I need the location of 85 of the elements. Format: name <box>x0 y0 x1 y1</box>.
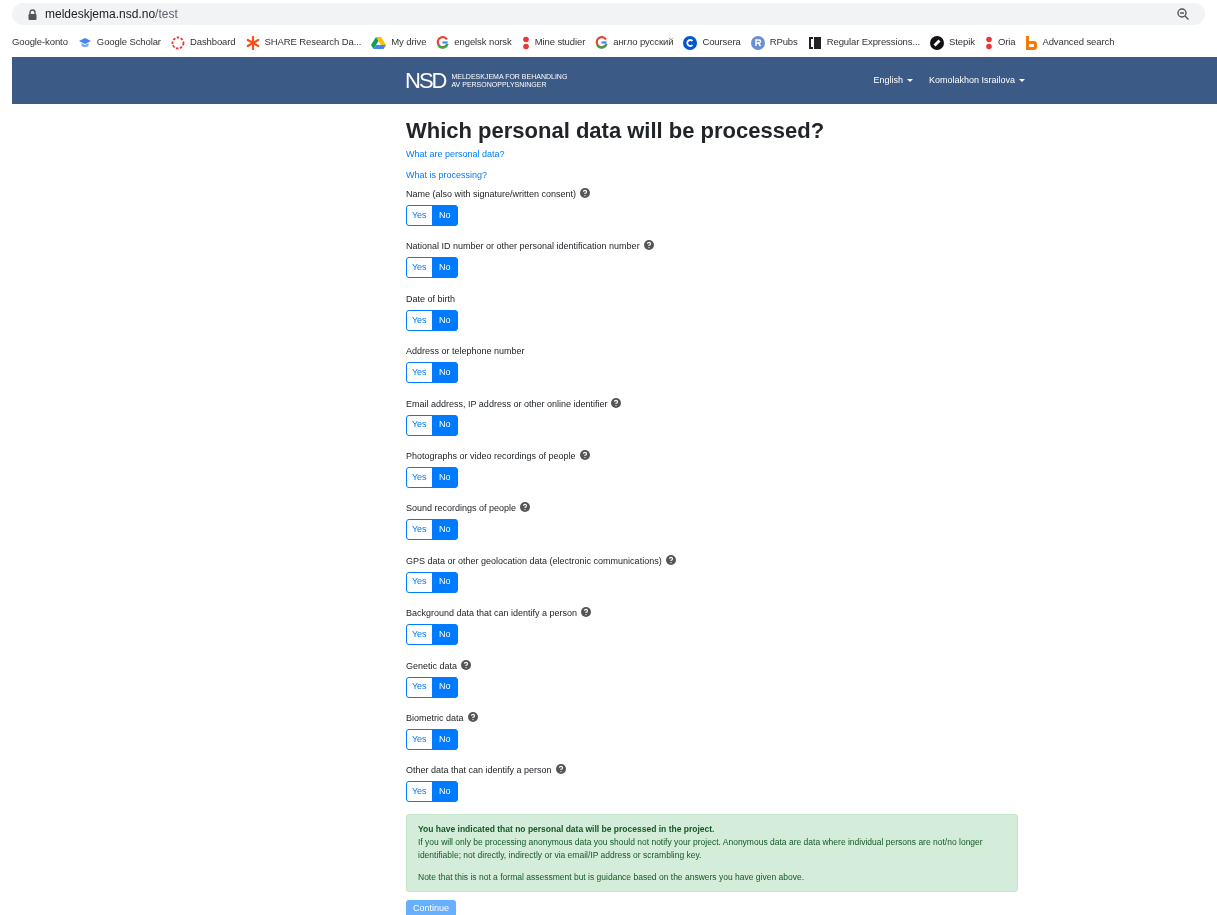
help-icon[interactable] <box>520 502 531 513</box>
r-circle-icon <box>750 35 765 50</box>
user-dropdown[interactable]: Komolakhon Israilova <box>928 73 1025 88</box>
toggle-option[interactable]: Yes <box>406 414 433 436</box>
alert-heading: You have indicated that no personal data will be processed in the project. <box>418 823 716 837</box>
toggle-option[interactable]: Yes <box>406 362 433 384</box>
bookmark-item[interactable]: Stepik <box>930 35 975 50</box>
nsd-logo[interactable]: NSD <box>405 69 446 92</box>
help-icon[interactable] <box>611 397 622 408</box>
page-title: Which personal data will be processed? <box>406 118 826 144</box>
bookmark-item[interactable]: My drive <box>371 35 427 50</box>
toggle-option[interactable]: No <box>431 466 458 488</box>
question-label: Photographs or video recordings of people <box>406 449 590 462</box>
toggle-option[interactable]: No <box>431 309 458 331</box>
bookmark-item[interactable]: engelsk norsk <box>436 35 512 50</box>
toggle-option[interactable]: Yes <box>406 466 433 488</box>
help-icon[interactable] <box>581 607 592 618</box>
toggle-option[interactable]: Yes <box>406 781 433 803</box>
toggle-option[interactable]: No <box>431 362 458 384</box>
help-link[interactable]: What are personal data? <box>406 148 505 162</box>
toggle-option[interactable]: Yes <box>406 519 433 541</box>
toggle-option[interactable]: Yes <box>406 571 433 593</box>
asterisk-icon <box>245 35 260 50</box>
two-dots-icon <box>984 35 993 50</box>
graduation-cap-icon <box>77 36 92 49</box>
toggle-option[interactable]: Yes <box>406 676 433 698</box>
help-icon[interactable] <box>643 240 654 251</box>
toggle-option[interactable]: Yes <box>406 257 433 279</box>
bookmark-item[interactable]: Google Scholar <box>77 35 161 50</box>
zoom-out-icon[interactable] <box>1177 8 1189 20</box>
bookmark-item[interactable]: Regular Expressions... <box>807 35 921 50</box>
question-label: Name (also with signature/written consent) <box>406 188 591 200</box>
bookmark-item[interactable]: Mine studier <box>521 35 586 50</box>
toggle-option[interactable]: No <box>431 571 458 593</box>
two-dots-icon <box>521 35 530 50</box>
bookmark-item[interactable]: Coursera <box>683 35 741 50</box>
bookmark-item[interactable]: Oria <box>984 35 1016 50</box>
toggle-option[interactable]: No <box>431 257 458 279</box>
help-icon[interactable] <box>461 659 472 670</box>
multicolor-ring-icon <box>595 36 609 49</box>
c-circle-icon <box>683 35 698 50</box>
bookmark-item[interactable]: Advanced search <box>1025 35 1115 50</box>
bookmark-item[interactable]: SHARE Research Da... <box>245 35 362 50</box>
bracket-icon <box>807 35 822 50</box>
question-label: Genetic data <box>406 659 472 672</box>
bookmark-item[interactable]: Google-konto <box>12 35 68 50</box>
help-link[interactable]: What is processing? <box>406 168 488 182</box>
toggle-option[interactable]: Yes <box>406 309 433 331</box>
alert-note: Note that this is not a formal assessment but is guidance based on the answers you have given above. <box>418 871 806 885</box>
toggle-option[interactable]: No <box>431 205 458 226</box>
bookmark-item[interactable]: Dashboard <box>170 35 236 50</box>
toggle-option[interactable]: No <box>431 728 458 750</box>
triangle-drive-icon <box>371 36 387 49</box>
question-label: Address or telephone number <box>406 345 525 358</box>
question-label: Email address, IP address or other online identifier <box>406 397 622 410</box>
dashed-ring-icon <box>170 35 185 50</box>
bookmark-item[interactable]: RPubs <box>750 35 798 50</box>
question-label: Other data that can identify a person <box>406 764 566 777</box>
help-icon[interactable] <box>555 764 566 775</box>
question-label: National ID number or other personal identification number <box>406 240 654 253</box>
help-icon[interactable] <box>580 188 591 198</box>
toggle-option[interactable]: No <box>431 676 458 698</box>
toggle-option[interactable]: No <box>431 624 458 646</box>
question-label: Date of birth <box>406 292 456 305</box>
lock-icon <box>28 8 37 20</box>
toggle-option[interactable]: Yes <box>406 728 433 750</box>
toggle-option[interactable]: Yes <box>406 205 433 226</box>
multicolor-ring-icon <box>436 36 450 49</box>
toggle-option[interactable]: Yes <box>406 624 433 646</box>
question-label: GPS data or other geolocation data (electronic communications) <box>406 554 676 567</box>
address-bar[interactable]: meldeskjema.nsd.no/test <box>12 3 1205 25</box>
toggle-option[interactable]: No <box>431 781 458 803</box>
toggle-option[interactable]: No <box>431 519 458 541</box>
alert-text: If you will only be processing anonymous data you should not notify your project. Anonymous data are data where individual persons are not/no longer identifiable; not directly, indirectly or via email/IP address or scrambling key. <box>418 836 984 863</box>
url-text: meldeskjema.nsd.no/test <box>45 6 178 23</box>
help-icon[interactable] <box>665 554 676 565</box>
question-label: Sound recordings of people <box>406 502 531 515</box>
help-icon[interactable] <box>579 449 590 460</box>
question-label: Biometric data <box>406 711 478 724</box>
bookmark-item[interactable]: англо русский <box>595 35 674 50</box>
help-icon[interactable] <box>467 711 478 722</box>
toggle-option[interactable]: No <box>431 414 458 436</box>
b-letter-icon <box>1025 35 1038 50</box>
language-dropdown[interactable]: English <box>873 73 913 88</box>
question-label: Background data that can identify a person <box>406 607 592 620</box>
